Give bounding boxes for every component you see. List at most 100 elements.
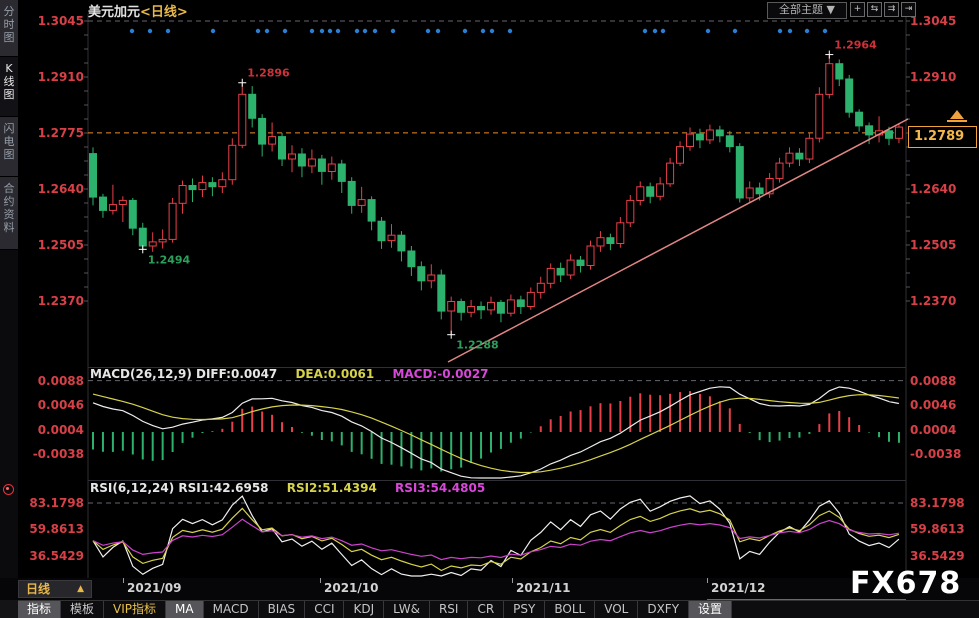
event-dot[interactable] [373, 29, 377, 33]
event-dot[interactable] [481, 29, 485, 33]
event-dot[interactable] [463, 29, 467, 33]
candle-body [229, 145, 236, 179]
date-tick [320, 578, 321, 583]
candle-body [607, 238, 614, 244]
candle-body [378, 221, 385, 241]
event-dot[interactable] [320, 29, 324, 33]
zoom-y-axis-icon[interactable]: ⇉ [884, 2, 899, 17]
rsi2-line [93, 508, 899, 570]
theme-dropdown-button[interactable]: 全部主题 ▼ [767, 2, 847, 19]
event-dot[interactable] [283, 29, 287, 33]
candle-body [338, 164, 345, 181]
candle-body [726, 136, 733, 147]
axis-label: 1.2640 [910, 182, 976, 196]
indicator-tab-VIP指标[interactable]: VIP指标 [104, 601, 166, 618]
sidebar-tab-K线图[interactable]: K线图 [0, 57, 18, 117]
event-dot[interactable] [805, 29, 809, 33]
event-dot[interactable] [490, 29, 494, 33]
candle-body [149, 242, 156, 246]
candle-body [129, 200, 136, 228]
date-label: 2021/11 [516, 581, 570, 595]
candle-body [687, 134, 694, 146]
axis-label: 83.1798 [910, 496, 976, 510]
event-dot[interactable] [778, 29, 782, 33]
candle-body [159, 239, 166, 242]
candle-body [517, 300, 524, 307]
candle-body [100, 197, 107, 210]
event-dot[interactable] [661, 29, 665, 33]
sidebar-tab-合约资料[interactable]: 合约资料 [0, 177, 18, 250]
indicator-tab-模板[interactable]: 模板 [61, 601, 104, 618]
event-dot[interactable] [426, 29, 430, 33]
event-dot[interactable] [166, 29, 170, 33]
indicator-tab-LW&[interactable]: LW& [384, 601, 430, 618]
indicator-tab-RSI[interactable]: RSI [430, 601, 469, 618]
event-dot[interactable] [788, 29, 792, 33]
period-selector-button[interactable]: 日线 ▲ [18, 580, 92, 598]
candle-body [488, 302, 495, 310]
axis-label: 36.5429 [26, 549, 84, 563]
axis-label: 0.0004 [26, 423, 84, 437]
event-dot[interactable] [436, 29, 440, 33]
indicator-tab-指标[interactable]: 指标 [18, 601, 61, 618]
indicator-tab-KDJ[interactable]: KDJ [344, 601, 384, 618]
candle-body [318, 159, 325, 171]
axis-label: 1.2505 [26, 238, 84, 252]
pan-right-icon[interactable]: ⇥ [901, 2, 916, 17]
extreme-price-label: 1.2964 [834, 39, 877, 52]
date-tick [512, 578, 513, 583]
candle-body [139, 228, 146, 246]
candle-body [826, 64, 833, 95]
sidebar-tab-闪电图[interactable]: 闪电图 [0, 117, 18, 177]
event-dot[interactable] [355, 29, 359, 33]
chevron-down-icon: ▼ [827, 3, 835, 16]
event-dot[interactable] [391, 29, 395, 33]
candle-body [597, 238, 604, 246]
event-dot[interactable] [310, 29, 314, 33]
indicator-tab-CR[interactable]: CR [468, 601, 504, 618]
candle-body [169, 203, 176, 239]
event-dot[interactable] [706, 29, 710, 33]
move-tool-icon[interactable]: + [850, 2, 865, 17]
event-dot[interactable] [363, 29, 367, 33]
event-dot[interactable] [328, 29, 332, 33]
candle-body [289, 154, 296, 159]
candle-body [438, 275, 445, 311]
indicator-tab-PSY[interactable]: PSY [504, 601, 545, 618]
event-dot[interactable] [823, 29, 827, 33]
zoom-x-axis-icon[interactable]: ⇆ [867, 2, 882, 17]
indicator-tab-MA[interactable]: MA [166, 601, 204, 618]
event-dot[interactable] [148, 29, 152, 33]
event-dot[interactable] [733, 29, 737, 33]
event-dot[interactable] [265, 29, 269, 33]
candle-body [458, 302, 465, 313]
axis-label: 1.3045 [910, 14, 976, 28]
macd-hist-value: MACD:-0.0027 [392, 367, 488, 381]
event-dot[interactable] [211, 29, 215, 33]
event-dot[interactable] [130, 29, 134, 33]
axis-label: 0.0046 [26, 398, 84, 412]
indicator-tab-MACD[interactable]: MACD [204, 601, 259, 618]
candle-body [199, 183, 206, 190]
indicator-tab-BIAS[interactable]: BIAS [259, 601, 306, 618]
indicator-tab-设置[interactable]: 设置 [689, 601, 732, 618]
event-dot[interactable] [508, 29, 512, 33]
candle-body [448, 302, 455, 312]
alert-burst-icon[interactable] [3, 484, 14, 495]
indicator-tab-DXFY[interactable]: DXFY [638, 601, 689, 618]
rsi-header: RSI(6,12,24) RSI1:42.6958 RSI2:51.4394 R… [90, 481, 485, 495]
event-dot[interactable] [643, 29, 647, 33]
axis-label: 1.2910 [26, 70, 84, 84]
indicator-tab-BOLL[interactable]: BOLL [545, 601, 595, 618]
chart-canvas[interactable]: 1.24941.28961.22881.2964 [0, 0, 979, 618]
indicator-tab-VOL[interactable]: VOL [595, 601, 638, 618]
axis-label: 0.0088 [26, 374, 84, 388]
event-dot[interactable] [336, 29, 340, 33]
event-dot[interactable] [653, 29, 657, 33]
indicator-tab-CCI[interactable]: CCI [305, 601, 344, 618]
sidebar-tab-分时图[interactable]: 分时图 [0, 0, 18, 57]
candle-body [348, 181, 355, 205]
watermark: FX678 [850, 566, 961, 601]
chevron-up-icon: ▲ [77, 581, 84, 597]
event-dot[interactable] [256, 29, 260, 33]
